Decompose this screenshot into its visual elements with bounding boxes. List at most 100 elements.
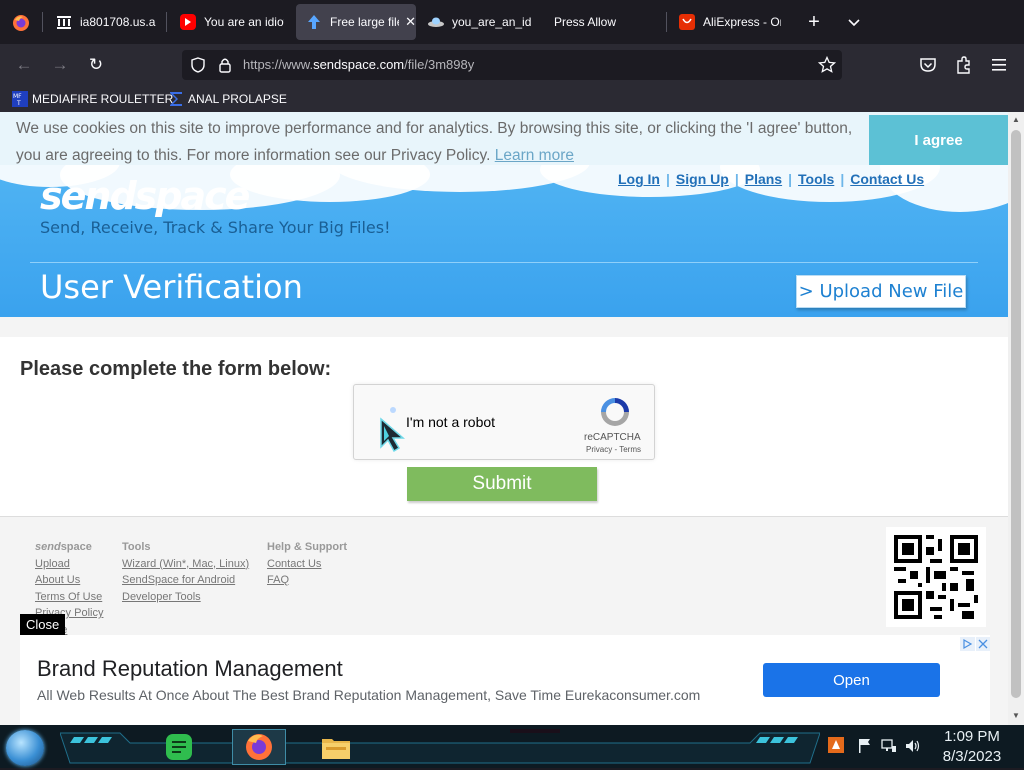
upload-new-file-button[interactable]: > Upload New File (796, 275, 966, 308)
recaptcha-brand: reCAPTCHA (584, 432, 641, 443)
aliexpress-icon (679, 14, 695, 30)
new-tab-icon[interactable]: + (804, 10, 824, 34)
pocket-icon[interactable] (919, 56, 937, 74)
adchoices-icon[interactable] (960, 637, 990, 651)
start-button[interactable] (6, 730, 44, 766)
footer-link-android[interactable]: SendSpace for Android (122, 572, 249, 589)
cookie-banner: We use cookies on this site to improve p… (0, 112, 1008, 165)
footer-link-terms[interactable]: Terms Of Use (35, 589, 103, 606)
footer-link-upload[interactable]: Upload (35, 556, 103, 573)
sendspace-logo[interactable]: sendspace (40, 174, 250, 218)
notes-app-icon[interactable] (164, 732, 194, 762)
tab-sendspace[interactable]: Free large file ✕ (296, 4, 416, 40)
tab-title: You are an idiot (204, 15, 284, 29)
hamburger-menu-icon[interactable] (991, 57, 1007, 73)
advertisement: Brand Reputation Management All Web Resu… (20, 635, 990, 725)
footer-link-about-us[interactable]: About Us (35, 572, 103, 589)
tab-aliexpress[interactable]: AliExpress - On (679, 4, 781, 40)
nav-tools[interactable]: Tools (792, 171, 840, 187)
submit-button[interactable]: Submit (407, 467, 597, 501)
bookmark-label: ANAL PROLAPSE (188, 92, 287, 106)
tab-ufo[interactable]: you_are_an_idi (428, 4, 533, 40)
clock-time: 1:09 PM (944, 728, 1000, 745)
close-ad-button[interactable]: Close (20, 614, 66, 635)
mouse-cursor-icon (379, 417, 409, 453)
cookie-text: We use cookies on this site to improve p… (16, 120, 853, 164)
recaptcha-privacy-link[interactable]: Privacy (586, 445, 612, 454)
web-page: sendspace Send, Receive, Track & Share Y… (0, 112, 1008, 725)
footer-heading: Help & Support (267, 541, 348, 553)
flag-icon[interactable] (858, 738, 872, 754)
agree-button[interactable]: I agree (869, 115, 1008, 165)
archive-icon (56, 14, 72, 30)
extensions-icon[interactable] (955, 56, 973, 74)
network-icon[interactable] (881, 738, 897, 754)
list-all-tabs-icon[interactable] (846, 14, 862, 30)
tagline: Send, Receive, Track & Share Your Big Fi… (40, 218, 391, 237)
footer-col-tools: Tools Wizard (Win*, Mac, Linux) SendSpac… (122, 539, 249, 605)
nav-contact-us[interactable]: Contact Us (844, 171, 930, 187)
header-divider (30, 262, 978, 263)
tab-bar: ia801708.us.arc You are an idiot Free la… (0, 0, 1024, 44)
nav-log-in[interactable]: Log In (612, 171, 666, 187)
recaptcha-logo-icon (598, 395, 632, 429)
tracking-shield-icon[interactable] (190, 57, 206, 73)
ad-title[interactable]: Brand Reputation Management (37, 656, 343, 682)
footer-heading: sendspace (35, 541, 92, 553)
svg-text:MF: MF (13, 93, 22, 100)
reload-icon[interactable]: ↻ (84, 53, 108, 77)
bookmark-anal-prolapse[interactable]: ANAL PROLAPSE (168, 90, 287, 108)
ad-open-button[interactable]: Open (763, 663, 940, 697)
form-title: Please complete the form below: (20, 358, 332, 380)
scroll-down-icon[interactable]: ▼ (1012, 711, 1020, 720)
captcha-label: I'm not a robot (406, 414, 496, 430)
clock-date: 8/3/2023 (942, 748, 1002, 765)
scrollbar-thumb[interactable] (1011, 130, 1021, 698)
tab-youtube[interactable]: You are an idiot (180, 4, 285, 40)
sendspace-icon (306, 14, 322, 30)
tab-press-allow[interactable]: Press Allow (554, 4, 664, 40)
top-navigation: Log In | Sign Up | Plans | Tools | Contact U… (612, 171, 930, 187)
svg-text:T: T (16, 100, 21, 107)
close-tab-icon[interactable]: ✕ (405, 14, 416, 30)
footer-link-wizard[interactable]: Wizard (Win*, Mac, Linux) (122, 556, 249, 573)
qr-code (886, 527, 986, 627)
footer-link-faq[interactable]: FAQ (267, 572, 347, 589)
learn-more-link[interactable]: Learn more (495, 147, 574, 164)
taskbar: 1:09 PM 8/3/2023 (0, 725, 1024, 768)
volume-icon[interactable] (905, 738, 921, 754)
system-clock[interactable]: 1:09 PM 8/3/2023 (936, 727, 1008, 767)
footer-col-help: Help & Support Contact Us FAQ (267, 539, 347, 589)
forward-icon[interactable]: → (48, 53, 72, 77)
bookmark-mediafire-rouletter[interactable]: MF T MEDIAFIRE ROULETTER (12, 90, 173, 108)
scroll-up-icon[interactable]: ▲ (1012, 115, 1020, 124)
sparkle-icon (390, 407, 396, 413)
url-text[interactable]: https://www.sendspace.com/file/3m898y (243, 57, 474, 72)
tab-title: you_are_an_idi (452, 15, 532, 29)
file-explorer-icon[interactable] (320, 731, 352, 763)
taskbar-firefox-panel[interactable] (232, 729, 286, 765)
sigma-icon (168, 91, 184, 107)
recaptcha-links: Privacy - Terms (586, 445, 641, 454)
footer-link-contact-us[interactable]: Contact Us (267, 556, 347, 573)
recaptcha-widget: I'm not a robot reCAPTCHA Privacy - Term… (353, 384, 655, 460)
tab-title: ia801708.us.arc (80, 15, 156, 29)
back-icon[interactable]: ← (12, 53, 36, 77)
nav-plans[interactable]: Plans (739, 171, 788, 187)
bookmarks-toolbar: MF T MEDIAFIRE ROULETTER ANAL PROLAPSE (0, 86, 1024, 112)
url-bar[interactable]: https://www.sendspace.com/file/3m898y (182, 50, 842, 80)
footer-heading: Tools (122, 541, 151, 553)
page-title: User Verification (40, 268, 303, 306)
lock-icon[interactable] (218, 57, 232, 73)
tab-title: AliExpress - On (703, 15, 781, 29)
header-bottom-strip (0, 317, 1008, 337)
recaptcha-terms-link[interactable]: Terms (619, 445, 641, 454)
tab-archive[interactable]: ia801708.us.arc (56, 4, 156, 40)
bookmark-star-icon[interactable] (817, 55, 837, 74)
bookmark-label: MEDIAFIRE ROULETTER (32, 92, 174, 106)
firefox-menu-icon[interactable] (12, 14, 30, 32)
footer-link-developer-tools[interactable]: Developer Tools (122, 589, 249, 606)
tray-app-icon[interactable] (828, 737, 844, 753)
nav-sign-up[interactable]: Sign Up (670, 171, 735, 187)
mft-icon: MF T (12, 91, 28, 107)
